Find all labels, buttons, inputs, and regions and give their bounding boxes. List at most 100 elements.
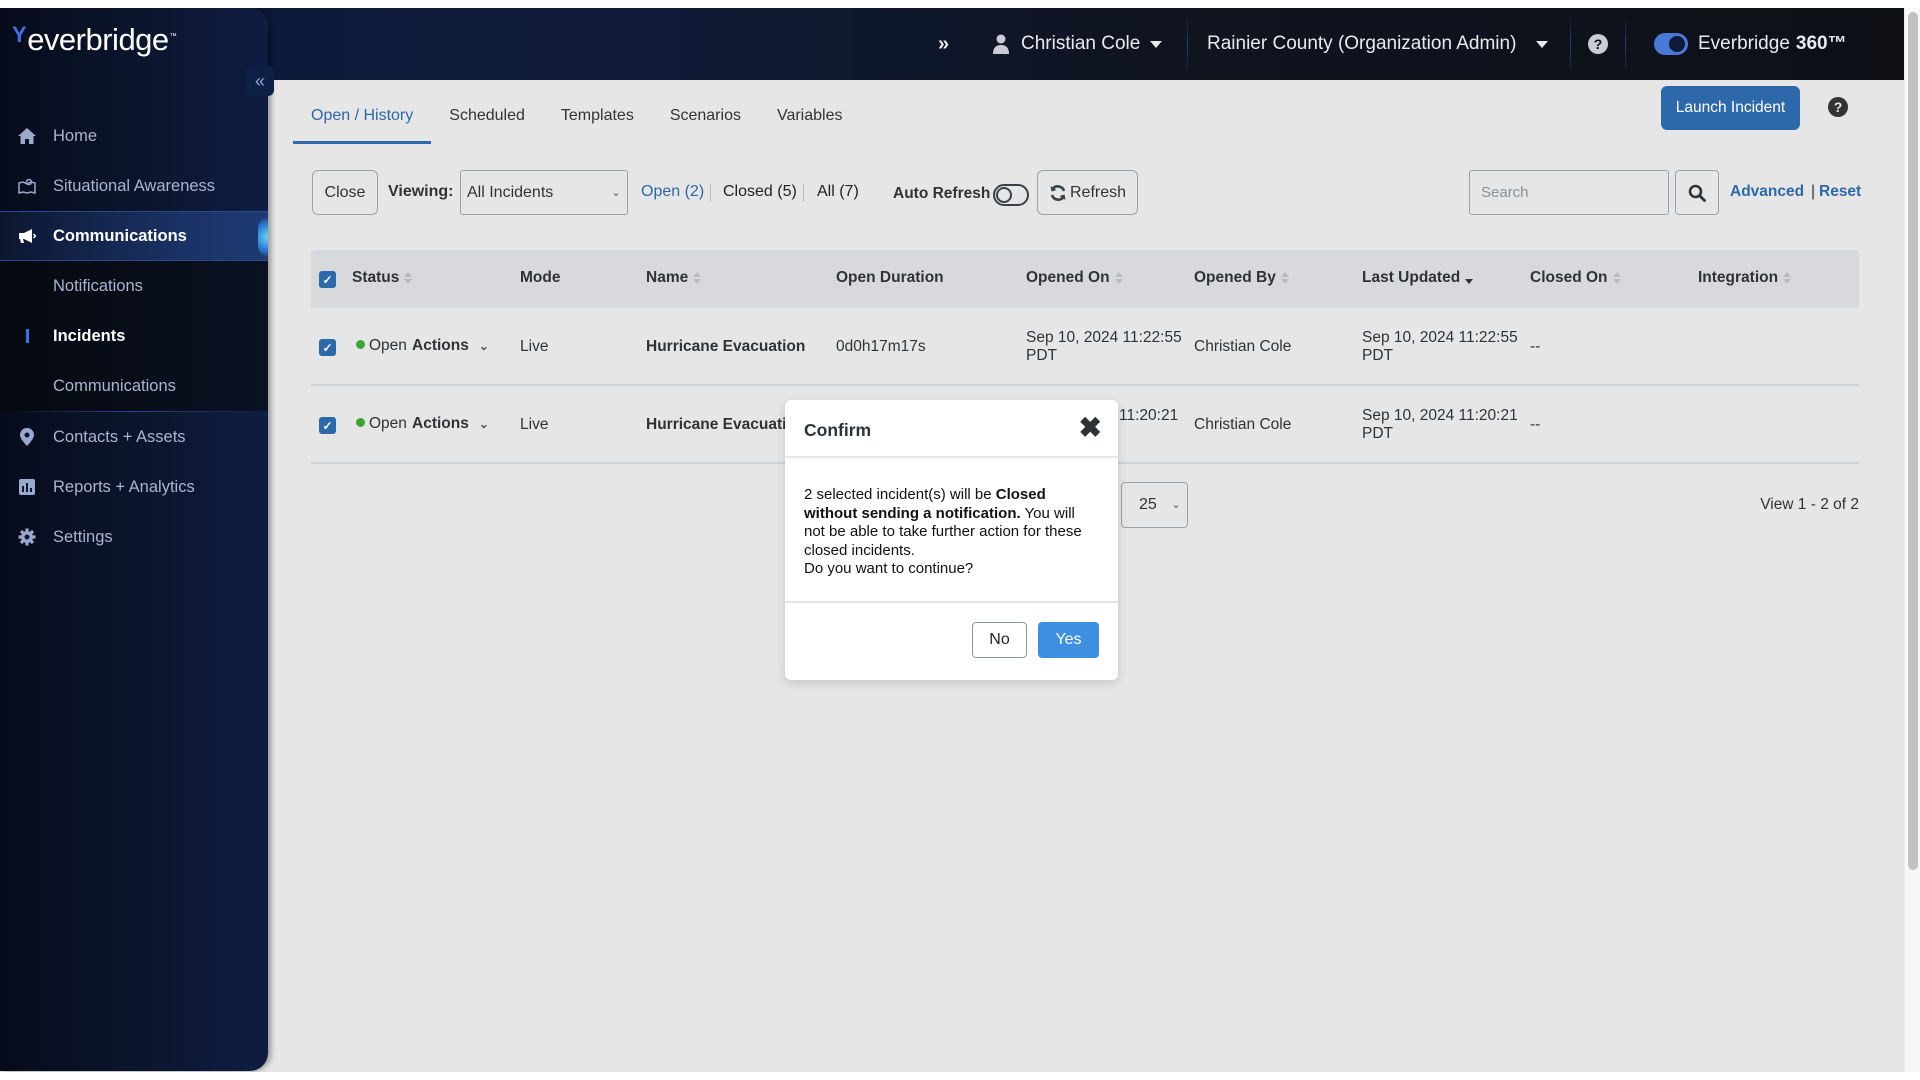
sidebar-nav: Home Situational Awareness Communication… <box>0 111 268 562</box>
page-scrollbar[interactable] <box>1904 8 1920 1072</box>
column-label: Open Duration <box>836 269 944 286</box>
app-screen: » Christian Cole Rainier County (Organiz… <box>0 8 1904 1072</box>
sidebar-subitem-notifications[interactable]: Notifications <box>0 261 268 311</box>
timezone-line: PDT <box>1026 347 1057 364</box>
sidebar-item-situational-awareness[interactable]: Situational Awareness <box>0 161 268 211</box>
everbridge-360-toggle[interactable]: Everbridge 360™ <box>1654 8 1847 80</box>
top-header: » Christian Cole Rainier County (Organiz… <box>0 8 1904 80</box>
timezone-line: PDT <box>1362 347 1393 364</box>
question-circle-icon: ? <box>1588 34 1608 54</box>
sidebar-item-home[interactable]: Home <box>0 111 268 161</box>
column-label: Opened On <box>1026 269 1110 286</box>
expand-sidebar-button[interactable]: » <box>938 8 949 80</box>
sidebar-item-communications[interactable]: Communications <box>0 211 268 261</box>
sidebar-item-label: Settings <box>53 527 113 546</box>
search-input[interactable] <box>1469 170 1669 215</box>
no-button[interactable]: No <box>972 622 1027 658</box>
actions-dropdown[interactable]: Actions ⌄ <box>412 337 489 355</box>
tab-scheduled[interactable]: Scheduled <box>431 88 543 144</box>
column-header-name[interactable]: Name <box>646 269 702 287</box>
column-label: Status <box>352 269 400 286</box>
row-checkbox[interactable]: ✓ <box>319 339 336 356</box>
tab-scenarios[interactable]: Scenarios <box>652 88 759 144</box>
caret-down-icon <box>1536 40 1549 48</box>
column-header-opened-on[interactable]: Opened On <box>1026 269 1123 287</box>
header-help-button[interactable]: ? <box>1588 8 1608 80</box>
caret-down-icon <box>1150 40 1163 48</box>
tab-variables[interactable]: Variables <box>759 88 861 144</box>
table-header: ✓ Status Mode Name Open Duration Opened … <box>311 250 1859 308</box>
column-header-closed-on[interactable]: Closed On <box>1530 269 1621 287</box>
column-label: Closed On <box>1530 269 1608 286</box>
page-size-select[interactable]: 25 ⌄ <box>1121 482 1188 528</box>
opened-by-cell: Christian Cole <box>1194 416 1292 433</box>
tab-open-history[interactable]: Open / History <box>293 88 432 144</box>
opened-on-cell: Sep 10, 2024 11:22:55 PDT <box>1026 329 1182 365</box>
column-header-integration[interactable]: Integration <box>1698 269 1792 287</box>
logo-mark-icon: Y <box>12 22 27 47</box>
tab-templates[interactable]: Templates <box>543 88 652 144</box>
closed-on-cell: -- <box>1530 338 1541 355</box>
everbridge-logo[interactable]: Y everbridge ™ <box>12 22 177 58</box>
sidebar-subitem-communications[interactable]: Communications <box>0 361 268 411</box>
page-help-button[interactable]: ? <box>1828 97 1848 117</box>
column-header-status[interactable]: Status <box>352 269 413 287</box>
actions-dropdown[interactable]: Actions ⌄ <box>412 415 489 433</box>
refresh-button[interactable]: Refresh <box>1037 170 1138 215</box>
sidebar-subitem-incidents[interactable]: Incidents <box>0 311 268 361</box>
question-circle-icon: ? <box>1833 99 1843 115</box>
incident-tabs: Open / History Scheduled Templates Scena… <box>293 88 860 144</box>
column-label: Last Updated <box>1362 269 1461 286</box>
close-icon[interactable]: ✖ <box>1079 414 1102 442</box>
organization-name: Rainier County (Organization Admin) <box>1207 33 1517 54</box>
mode-cell: Live <box>520 338 549 355</box>
refresh-icon <box>1050 184 1066 201</box>
sidebar-subitem-label: Notifications <box>53 276 143 295</box>
opened-by-cell: Christian Cole <box>1194 338 1292 355</box>
scrollbar-thumb[interactable] <box>1908 12 1918 870</box>
chevron-down-icon: ⌄ <box>1170 497 1181 511</box>
user-menu[interactable]: Christian Cole <box>993 8 1163 80</box>
dialog-title: Confirm <box>804 420 872 440</box>
sidebar-item-reports-analytics[interactable]: Reports + Analytics <box>0 462 268 512</box>
column-label: Integration <box>1698 269 1779 286</box>
launch-incident-button[interactable]: Launch Incident <box>1661 86 1800 130</box>
filter-all[interactable]: All (7) <box>817 183 859 201</box>
reset-separator: | <box>1811 183 1816 200</box>
status-open-dot-icon <box>356 340 365 349</box>
auto-refresh-toggle[interactable] <box>993 184 1029 206</box>
sort-icon <box>1783 272 1792 284</box>
filter-closed[interactable]: Closed (5) <box>723 183 797 201</box>
column-header-opened-by[interactable]: Opened By <box>1194 269 1289 287</box>
product-suffix: 360™ <box>1795 33 1847 54</box>
sidebar-item-contacts-assets[interactable]: Contacts + Assets <box>0 412 268 462</box>
sort-desc-icon <box>1465 272 1474 284</box>
closed-on-cell: -- <box>1530 416 1541 433</box>
close-incidents-button[interactable]: Close <box>312 170 378 215</box>
logo-tm: ™ <box>169 33 177 40</box>
sidebar-item-label: Communications <box>53 226 187 245</box>
mode-cell: Live <box>520 416 549 433</box>
column-header-mode: Mode <box>520 269 560 287</box>
viewing-select[interactable]: All Incidents ⌄ <box>460 170 628 215</box>
search-button[interactable] <box>1675 170 1719 215</box>
sort-icon <box>1280 272 1289 284</box>
column-header-last-updated[interactable]: Last Updated <box>1362 269 1474 287</box>
select-all-checkbox[interactable]: ✓ <box>319 271 336 288</box>
communications-submenu: Notifications Incidents Communications <box>0 261 268 411</box>
reset-link[interactable]: Reset <box>1819 183 1861 201</box>
collapse-sidebar-button[interactable]: « <box>246 66 274 96</box>
pagination-info: View 1 - 2 of 2 <box>1760 496 1859 513</box>
advanced-search-link[interactable]: Advanced <box>1730 183 1804 201</box>
incident-name-link[interactable]: Hurricane Evacuation <box>646 338 805 356</box>
filter-open[interactable]: Open (2) <box>641 183 704 201</box>
status-text: Open <box>369 415 407 432</box>
yes-button[interactable]: Yes <box>1038 622 1099 658</box>
row-checkbox[interactable]: ✓ <box>319 417 336 434</box>
sidebar-item-settings[interactable]: Settings <box>0 512 268 562</box>
date-line: 11:20:21 <box>1119 407 1179 424</box>
organization-menu[interactable]: Rainier County (Organization Admin) <box>1207 8 1549 80</box>
incident-toolbar: Close Viewing: All Incidents ⌄ Open (2) … <box>312 170 1861 216</box>
dialog-footer: No Yes <box>785 603 1118 678</box>
incident-name-link[interactable]: Hurricane Evacuatio <box>646 416 796 434</box>
